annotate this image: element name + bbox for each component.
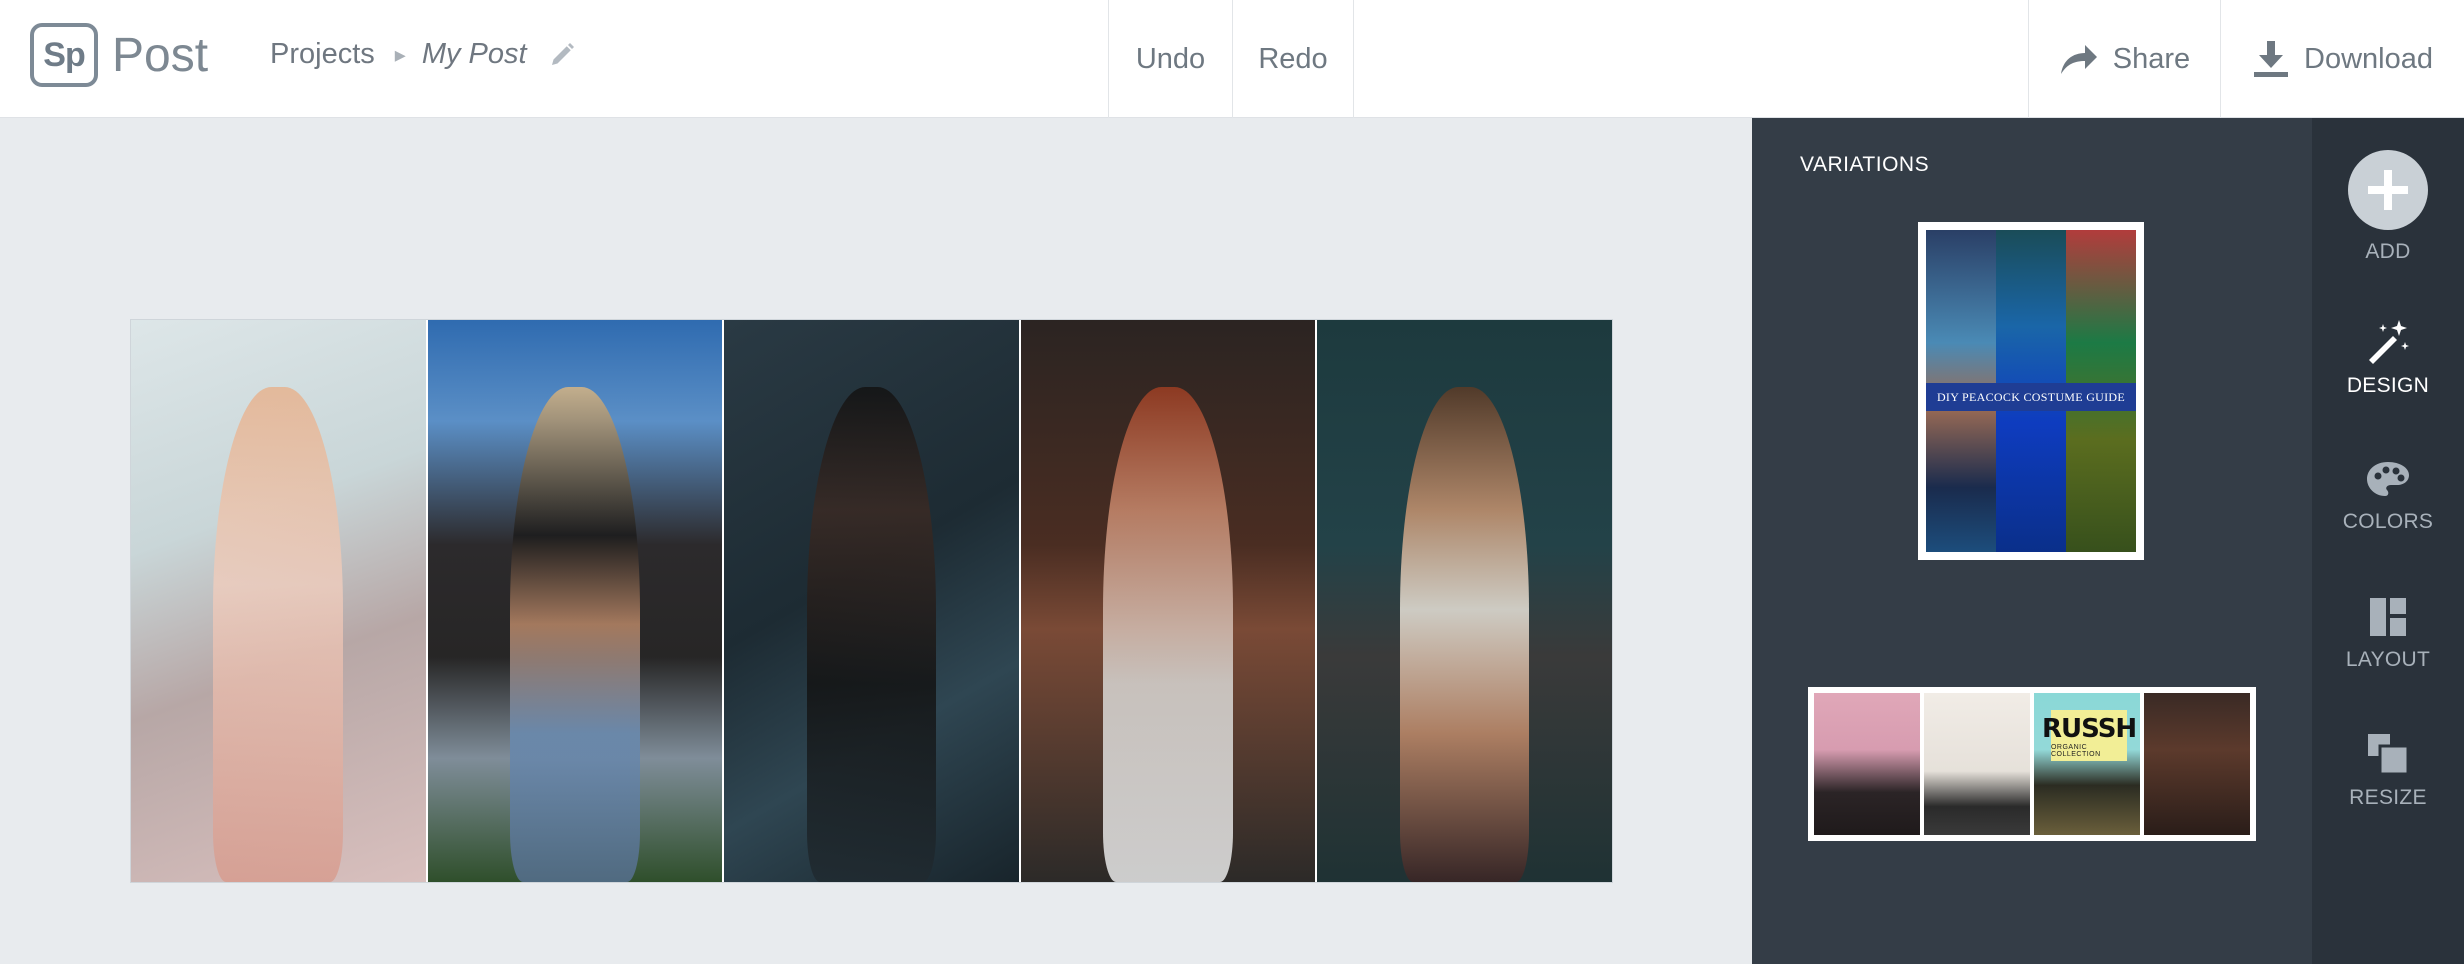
breadcrumb-current: My Post bbox=[421, 38, 527, 70]
collage-photo-3[interactable] bbox=[724, 320, 1021, 882]
variation-banner-text: DIY PEACOCK COSTUME GUIDE bbox=[1926, 383, 2136, 411]
resize-tool-button[interactable]: RESIZE bbox=[2312, 732, 2464, 810]
app-logo[interactable]: Sp Post bbox=[30, 23, 208, 87]
thumbnail-tile bbox=[1814, 693, 1920, 835]
colors-tool-button[interactable]: COLORS bbox=[2312, 460, 2464, 534]
variations-title: VARIATIONS bbox=[1800, 153, 1930, 176]
photo-subject bbox=[806, 387, 937, 882]
chevron-right-icon: ▸ bbox=[394, 41, 406, 67]
photo-subject bbox=[1103, 387, 1233, 882]
photo-subject bbox=[213, 387, 344, 882]
top-bar: Sp Post Projects ▸ My Post Undo Redo Sha… bbox=[0, 0, 2464, 118]
logo-mark: Sp bbox=[30, 23, 98, 87]
design-tool-label: DESIGN bbox=[2346, 374, 2430, 397]
collage-photo-5[interactable] bbox=[1317, 320, 1612, 882]
share-label: Share bbox=[2112, 42, 2191, 75]
share-arrow-icon bbox=[2060, 45, 2097, 74]
resize-tool-label: RESIZE bbox=[2349, 786, 2427, 809]
add-tool-button[interactable]: ADD bbox=[2312, 150, 2464, 264]
canvas-area bbox=[0, 118, 1752, 964]
layout-icon bbox=[2370, 598, 2406, 636]
layout-tool-button[interactable]: LAYOUT bbox=[2312, 596, 2464, 672]
magic-wand-icon bbox=[2369, 320, 2409, 364]
post-canvas[interactable] bbox=[130, 319, 1613, 883]
plus-circle-icon bbox=[2348, 150, 2428, 230]
variation-thumbnail: DIY PEACOCK COSTUME GUIDE bbox=[1926, 230, 2136, 552]
share-button[interactable]: Share bbox=[2028, 0, 2220, 118]
layout-tool-label: LAYOUT bbox=[2345, 648, 2431, 671]
collage-photo-4[interactable] bbox=[1020, 320, 1318, 882]
breadcrumb-projects[interactable]: Projects bbox=[270, 38, 375, 71]
variation-card-russh[interactable]: RUSSH ORGANIC COLLECTION bbox=[1808, 687, 2256, 841]
download-label: Download bbox=[2304, 42, 2433, 75]
tool-rail: ADD DESIGN COLORS LAYOUT RESIZE bbox=[2312, 118, 2464, 964]
photo-subject bbox=[510, 387, 640, 882]
collage-photo-2[interactable] bbox=[427, 320, 725, 882]
brand-badge: RUSSH ORGANIC COLLECTION bbox=[2042, 710, 2137, 762]
design-tool-button[interactable]: DESIGN bbox=[2312, 318, 2464, 398]
download-icon bbox=[2254, 41, 2288, 77]
download-button[interactable]: Download bbox=[2220, 0, 2464, 118]
brand-subtext: ORGANIC COLLECTION bbox=[2050, 743, 2101, 758]
brand-text: RUSSH bbox=[2042, 713, 2137, 744]
palette-icon bbox=[2367, 462, 2409, 496]
plus-icon bbox=[2368, 170, 2408, 210]
thumbnail-tile bbox=[1924, 693, 2030, 835]
undo-button[interactable]: Undo bbox=[1108, 0, 1232, 118]
pencil-icon[interactable] bbox=[547, 40, 577, 70]
photo-subject bbox=[1399, 387, 1530, 882]
breadcrumb: Projects ▸ My Post bbox=[270, 38, 577, 71]
resize-icon bbox=[2368, 734, 2410, 776]
colors-tool-label: COLORS bbox=[2342, 510, 2434, 533]
collage-photo-1[interactable] bbox=[131, 320, 428, 882]
variations-panel: VARIATIONS DIY PEACOCK COSTUME GUIDE RUS… bbox=[1752, 118, 2312, 964]
thumbnail-tile: RUSSH ORGANIC COLLECTION bbox=[2034, 693, 2140, 835]
add-tool-label: ADD bbox=[2365, 240, 2411, 263]
variation-card-peacock[interactable]: DIY PEACOCK COSTUME GUIDE bbox=[1918, 222, 2144, 560]
thumbnail-tile bbox=[2144, 693, 2250, 835]
redo-button[interactable]: Redo bbox=[1232, 0, 1354, 118]
app-name: Post bbox=[112, 28, 209, 82]
